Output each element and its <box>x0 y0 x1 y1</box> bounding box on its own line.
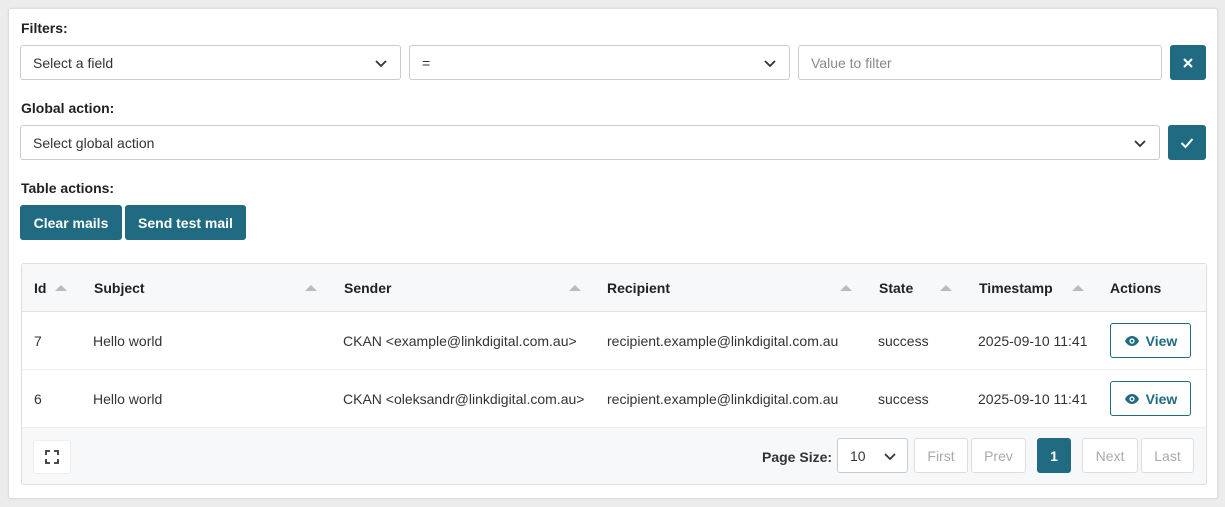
global-action-select-value: Select global action <box>33 134 155 151</box>
global-action-label: Global action: <box>21 100 115 116</box>
sort-recipient-icon[interactable] <box>840 285 852 291</box>
apply-global-action-button[interactable] <box>1168 125 1206 160</box>
view-button[interactable]: View <box>1110 323 1191 358</box>
cell-id: 7 <box>34 332 42 349</box>
table-row: 7 Hello world CKAN <example@linkdigital.… <box>22 312 1206 370</box>
cell-sender: CKAN <oleksandr@linkdigital.com.au> <box>343 390 585 407</box>
field-select-value: Select a field <box>33 54 114 71</box>
cell-state: success <box>878 332 929 349</box>
cell-state: success <box>878 390 929 407</box>
clear-mails-button[interactable]: Clear mails <box>20 205 122 240</box>
page-size-label: Page Size: <box>762 448 833 465</box>
table-actions-label: Table actions: <box>21 180 115 196</box>
check-icon <box>1180 137 1194 148</box>
operator-select[interactable]: = <box>409 45 790 80</box>
global-action-select[interactable]: Select global action <box>20 125 1160 160</box>
view-button[interactable]: View <box>1110 381 1191 416</box>
eye-icon <box>1124 335 1139 346</box>
chevron-down-icon <box>1134 140 1146 148</box>
table-footer: Page Size: 10 First Prev 1 Next Last <box>22 428 1206 485</box>
column-header-subject[interactable]: Subject <box>94 264 145 312</box>
column-header-timestamp[interactable]: Timestamp <box>979 264 1053 312</box>
table-row: 6 Hello world CKAN <oleksandr@linkdigita… <box>22 370 1206 428</box>
sort-state-icon[interactable] <box>940 285 952 291</box>
first-page-button[interactable]: First <box>914 438 968 473</box>
next-page-button[interactable]: Next <box>1082 438 1138 473</box>
fullscreen-icon <box>45 450 59 464</box>
field-select[interactable]: Select a field <box>20 45 401 80</box>
cell-subject: Hello world <box>93 390 163 407</box>
chevron-down-icon <box>375 60 387 68</box>
chevron-down-icon <box>884 453 896 461</box>
column-header-sender[interactable]: Sender <box>344 264 391 312</box>
cell-recipient: recipient.example@linkdigital.com.au <box>607 332 839 349</box>
cell-recipient: recipient.example@linkdigital.com.au <box>607 390 839 407</box>
mail-table: Id Subject Sender Recipient State Timest… <box>21 263 1207 485</box>
last-page-button[interactable]: Last <box>1141 438 1194 473</box>
cell-id: 6 <box>34 390 42 407</box>
sort-id-icon[interactable] <box>55 285 67 291</box>
filters-label: Filters: <box>21 20 68 36</box>
chevron-down-icon <box>764 60 776 68</box>
fullscreen-button[interactable] <box>33 440 71 474</box>
clear-filter-button[interactable] <box>1170 45 1206 80</box>
sort-sender-icon[interactable] <box>569 285 581 291</box>
sort-timestamp-icon[interactable] <box>1072 285 1084 291</box>
column-header-id[interactable]: Id <box>34 264 46 312</box>
page-size-select[interactable]: 10 <box>837 438 908 473</box>
cell-timestamp: 2025-09-10 11:41 <box>978 332 1088 349</box>
send-test-mail-button[interactable]: Send test mail <box>125 205 246 240</box>
cell-subject: Hello world <box>93 332 163 349</box>
column-header-recipient[interactable]: Recipient <box>607 264 670 312</box>
operator-select-value: = <box>422 54 431 71</box>
page-size-value: 10 <box>850 447 866 464</box>
filter-value-placeholder: Value to filter <box>811 54 892 71</box>
table-header: Id Subject Sender Recipient State Timest… <box>22 264 1206 312</box>
close-icon <box>1183 57 1193 68</box>
cell-timestamp: 2025-09-10 11:41 <box>978 390 1088 407</box>
page-1-button[interactable]: 1 <box>1037 438 1071 473</box>
view-button-label: View <box>1145 332 1178 349</box>
mail-list-panel: Filters: Select a field = Value to filte… <box>8 8 1218 499</box>
column-header-actions: Actions <box>1110 280 1162 296</box>
sort-subject-icon[interactable] <box>305 285 317 291</box>
prev-page-button[interactable]: Prev <box>971 438 1026 473</box>
filter-value-input[interactable]: Value to filter <box>798 45 1162 80</box>
eye-icon <box>1124 393 1139 404</box>
cell-sender: CKAN <example@linkdigital.com.au> <box>343 332 577 349</box>
column-header-state[interactable]: State <box>879 264 913 312</box>
view-button-label: View <box>1145 390 1178 407</box>
